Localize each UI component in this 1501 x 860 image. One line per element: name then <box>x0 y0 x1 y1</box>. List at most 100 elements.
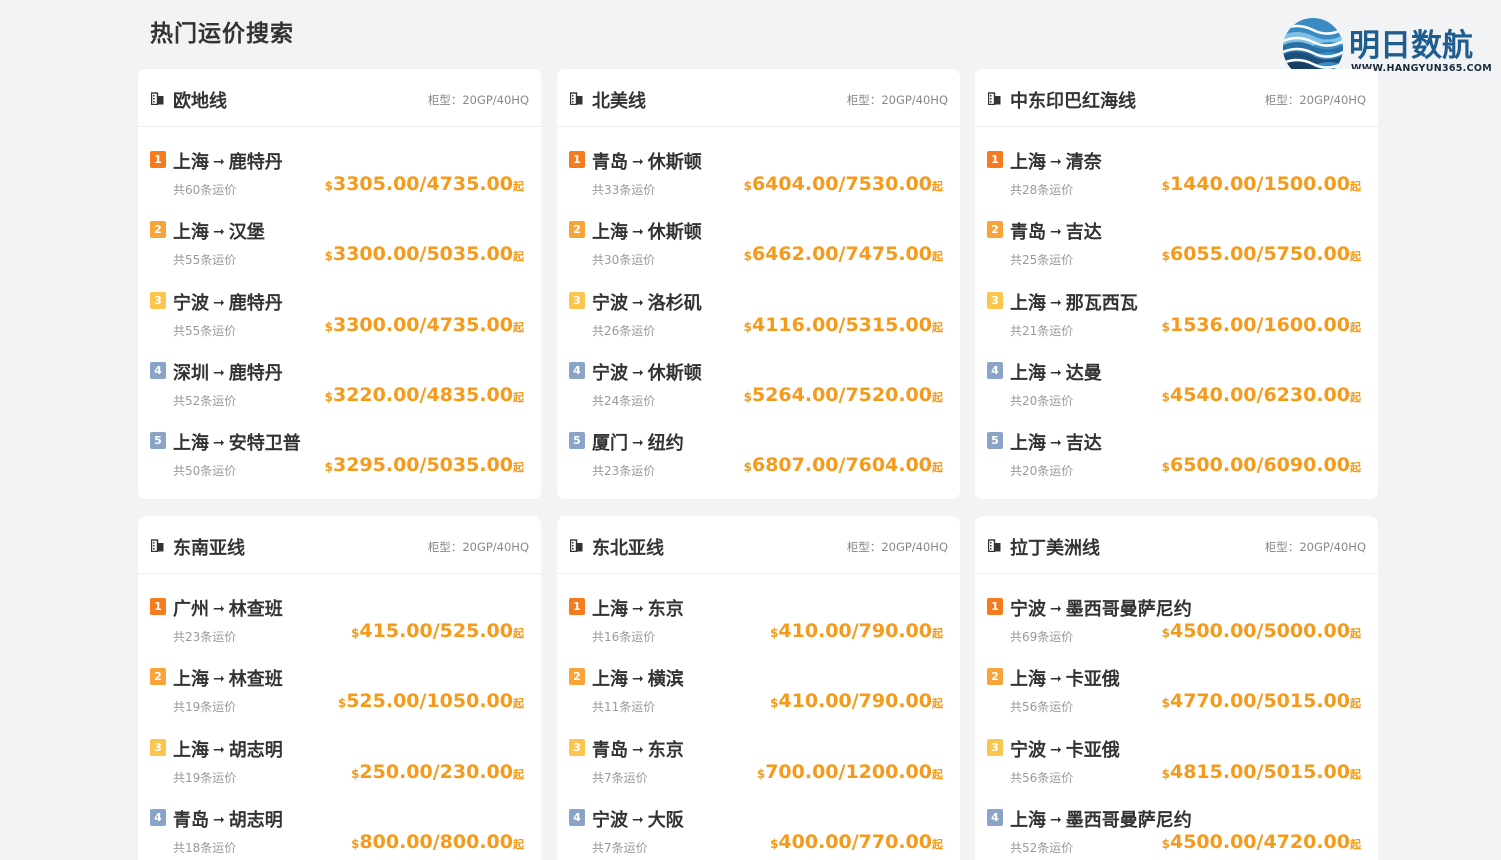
price[interactable]: $6500.00/6090.00起 <box>1162 454 1361 476</box>
route-link[interactable]: 深圳 ➞ 鹿特丹 <box>173 359 283 385</box>
route-link[interactable]: 上海 ➞ 吉达 <box>1010 429 1102 455</box>
page-title: 热门运价搜索 <box>150 21 294 47</box>
rate-count: 共25条运价 <box>1010 253 1074 268</box>
destination-port: 卡亚俄 <box>1065 739 1120 761</box>
price[interactable]: $3295.00/5035.00起 <box>325 454 524 476</box>
line-title[interactable]: 欧地线 <box>173 87 227 113</box>
route-item[interactable]: 4 宁波 ➞ 大阪 共7条运价 $400.00/770.00起 <box>557 806 960 860</box>
price[interactable]: $6462.00/7475.00起 <box>744 243 943 265</box>
route-item[interactable]: 3 上海 ➞ 那瓦西瓦 共21条运价 $1536.00/1600.00起 <box>975 289 1378 359</box>
price[interactable]: $3300.00/5035.00起 <box>325 243 524 265</box>
route-item[interactable]: 4 深圳 ➞ 鹿特丹 共52条运价 $3220.00/4835.00起 <box>138 359 541 429</box>
route-item[interactable]: 3 宁波 ➞ 鹿特丹 共55条运价 $3300.00/4735.00起 <box>138 289 541 359</box>
route-link[interactable]: 青岛 ➞ 胡志明 <box>173 806 283 832</box>
line-title[interactable]: 东南亚线 <box>173 534 245 560</box>
route-link[interactable]: 上海 ➞ 那瓦西瓦 <box>1010 289 1138 315</box>
price[interactable]: $4116.00/5315.00起 <box>744 314 943 336</box>
price[interactable]: $6404.00/7530.00起 <box>744 173 943 195</box>
price[interactable]: $6055.00/5750.00起 <box>1162 243 1361 265</box>
price[interactable]: $4500.00/5000.00起 <box>1162 620 1361 642</box>
price[interactable]: $410.00/790.00起 <box>770 620 943 642</box>
route-item[interactable]: 4 上海 ➞ 达曼 共20条运价 $4540.00/6230.00起 <box>975 359 1378 429</box>
line-title[interactable]: 北美线 <box>592 87 646 113</box>
route-item[interactable]: 1 青岛 ➞ 休斯顿 共33条运价 $6404.00/7530.00起 <box>557 148 960 218</box>
price[interactable]: $5264.00/7520.00起 <box>744 384 943 406</box>
route-link[interactable]: 厦门 ➞ 纽约 <box>592 429 684 455</box>
route-link[interactable]: 上海 ➞ 休斯顿 <box>592 218 702 244</box>
line-title[interactable]: 拉丁美洲线 <box>1010 534 1100 560</box>
route-item[interactable]: 4 上海 ➞ 墨西哥曼萨尼约 共52条运价 $4500.00/4720.00起 <box>975 806 1378 860</box>
route-item[interactable]: 1 广州 ➞ 林查班 共23条运价 $415.00/525.00起 <box>138 595 541 665</box>
price[interactable]: $250.00/230.00起 <box>351 761 524 783</box>
route-link[interactable]: 上海 ➞ 东京 <box>592 595 684 621</box>
price-suffix: 起 <box>932 837 943 851</box>
route-item[interactable]: 1 上海 ➞ 东京 共16条运价 $410.00/790.00起 <box>557 595 960 665</box>
route-item[interactable]: 1 宁波 ➞ 墨西哥曼萨尼约 共69条运价 $4500.00/5000.00起 <box>975 595 1378 665</box>
route-item[interactable]: 2 上海 ➞ 休斯顿 共30条运价 $6462.00/7475.00起 <box>557 218 960 288</box>
origin-port: 上海 <box>1010 152 1046 173</box>
route-item[interactable]: 3 宁波 ➞ 卡亚俄 共56条运价 $4815.00/5015.00起 <box>975 736 1378 806</box>
route-item[interactable]: 2 上海 ➞ 汉堡 共55条运价 $3300.00/5035.00起 <box>138 218 541 288</box>
route-item[interactable]: 2 上海 ➞ 横滨 共11条运价 $410.00/790.00起 <box>557 665 960 735</box>
route-link[interactable]: 宁波 ➞ 洛杉矶 <box>592 289 702 315</box>
arrow-right-icon: ➞ <box>632 224 644 241</box>
route-link[interactable]: 上海 ➞ 林查班 <box>173 665 283 691</box>
route-link[interactable]: 宁波 ➞ 休斯顿 <box>592 359 702 385</box>
route-link[interactable]: 宁波 ➞ 鹿特丹 <box>173 289 283 315</box>
price[interactable]: $3305.00/4735.00起 <box>325 173 524 195</box>
route-item[interactable]: 3 上海 ➞ 胡志明 共19条运价 $250.00/230.00起 <box>138 736 541 806</box>
origin-port: 厦门 <box>592 433 628 455</box>
route-item[interactable]: 2 青岛 ➞ 吉达 共25条运价 $6055.00/5750.00起 <box>975 218 1378 288</box>
route-item[interactable]: 2 上海 ➞ 林查班 共19条运价 $525.00/1050.00起 <box>138 665 541 735</box>
price-suffix: 起 <box>1350 767 1361 781</box>
route-item[interactable]: 2 上海 ➞ 卡亚俄 共56条运价 $4770.00/5015.00起 <box>975 665 1378 735</box>
route-link[interactable]: 青岛 ➞ 东京 <box>592 736 684 762</box>
route-item[interactable]: 3 青岛 ➞ 东京 共7条运价 $700.00/1200.00起 <box>557 736 960 806</box>
route-item[interactable]: 4 青岛 ➞ 胡志明 共18条运价 $800.00/800.00起 <box>138 806 541 860</box>
line-title[interactable]: 中东印巴红海线 <box>1010 87 1136 113</box>
line-title[interactable]: 东北亚线 <box>592 534 664 560</box>
price[interactable]: $400.00/770.00起 <box>770 831 943 853</box>
route-link[interactable]: 青岛 ➞ 吉达 <box>1010 218 1102 244</box>
price[interactable]: $1536.00/1600.00起 <box>1162 314 1361 336</box>
price[interactable]: $3300.00/4735.00起 <box>325 314 524 336</box>
route-link[interactable]: 青岛 ➞ 休斯顿 <box>592 148 702 174</box>
arrow-right-icon: ➞ <box>1050 435 1062 452</box>
route-link[interactable]: 上海 ➞ 清奈 <box>1010 148 1102 174</box>
price[interactable]: $1440.00/1500.00起 <box>1162 173 1361 195</box>
route-link[interactable]: 上海 ➞ 胡志明 <box>173 736 283 762</box>
route-item[interactable]: 5 上海 ➞ 安特卫普 共50条运价 $3295.00/5035.00起 <box>138 429 541 499</box>
route-link[interactable]: 上海 ➞ 卡亚俄 <box>1010 665 1120 691</box>
price[interactable]: $4815.00/5015.00起 <box>1162 761 1361 783</box>
price[interactable]: $4770.00/5015.00起 <box>1162 690 1361 712</box>
route-item[interactable]: 5 厦门 ➞ 纽约 共23条运价 $6807.00/7604.00起 <box>557 429 960 499</box>
route-link[interactable]: 宁波 ➞ 大阪 <box>592 806 684 832</box>
price[interactable]: $700.00/1200.00起 <box>757 761 943 783</box>
price[interactable]: $4500.00/4720.00起 <box>1162 831 1361 853</box>
price[interactable]: $415.00/525.00起 <box>351 620 524 642</box>
price[interactable]: $6807.00/7604.00起 <box>744 454 943 476</box>
route-link[interactable]: 上海 ➞ 安特卫普 <box>173 429 301 455</box>
route-item[interactable]: 1 上海 ➞ 鹿特丹 共60条运价 $3305.00/4735.00起 <box>138 148 541 218</box>
route-item[interactable]: 3 宁波 ➞ 洛杉矶 共26条运价 $4116.00/5315.00起 <box>557 289 960 359</box>
route-link[interactable]: 上海 ➞ 汉堡 <box>173 218 265 244</box>
route-link[interactable]: 上海 ➞ 鹿特丹 <box>173 148 283 174</box>
price[interactable]: $525.00/1050.00起 <box>338 690 524 712</box>
rank-badge: 4 <box>150 361 166 379</box>
route-item[interactable]: 5 上海 ➞ 吉达 共20条运价 $6500.00/6090.00起 <box>975 429 1378 499</box>
route-link[interactable]: 宁波 ➞ 卡亚俄 <box>1010 736 1120 762</box>
destination-port: 胡志明 <box>228 739 283 761</box>
price[interactable]: $3220.00/4835.00起 <box>325 384 524 406</box>
route-link[interactable]: 上海 ➞ 墨西哥曼萨尼约 <box>1010 806 1192 832</box>
price[interactable]: $800.00/800.00起 <box>351 831 524 853</box>
price[interactable]: $4540.00/6230.00起 <box>1162 384 1361 406</box>
route-link[interactable]: 宁波 ➞ 墨西哥曼萨尼约 <box>1010 595 1192 621</box>
price[interactable]: $410.00/790.00起 <box>770 690 943 712</box>
container-spec: 柜型：20GP/40HQ <box>428 92 529 108</box>
route-link[interactable]: 广州 ➞ 林查班 <box>173 595 283 621</box>
route-item[interactable]: 1 上海 ➞ 清奈 共28条运价 $1440.00/1500.00起 <box>975 148 1378 218</box>
currency-symbol: $ <box>324 249 333 264</box>
route-link[interactable]: 上海 ➞ 达曼 <box>1010 359 1102 385</box>
route-link[interactable]: 上海 ➞ 横滨 <box>592 665 684 691</box>
route-item[interactable]: 4 宁波 ➞ 休斯顿 共24条运价 $5264.00/7520.00起 <box>557 359 960 429</box>
